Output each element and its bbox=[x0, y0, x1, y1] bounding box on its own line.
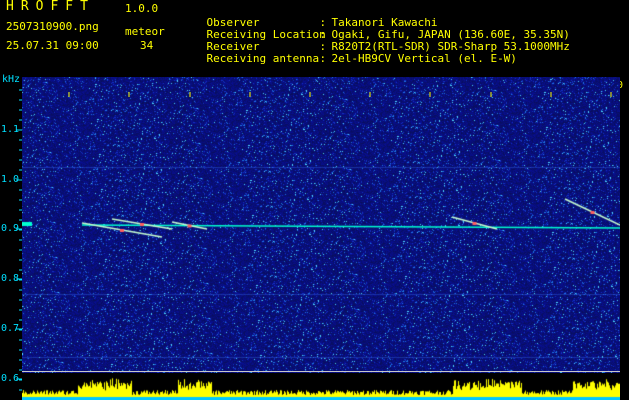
divider-line bbox=[22, 371, 620, 372]
hrofft-window: HROFFT 1.0.0 2507310900.png meteor 25.07… bbox=[0, 0, 629, 400]
axis-ticks bbox=[16, 89, 612, 391]
activity-histogram bbox=[22, 377, 620, 400]
